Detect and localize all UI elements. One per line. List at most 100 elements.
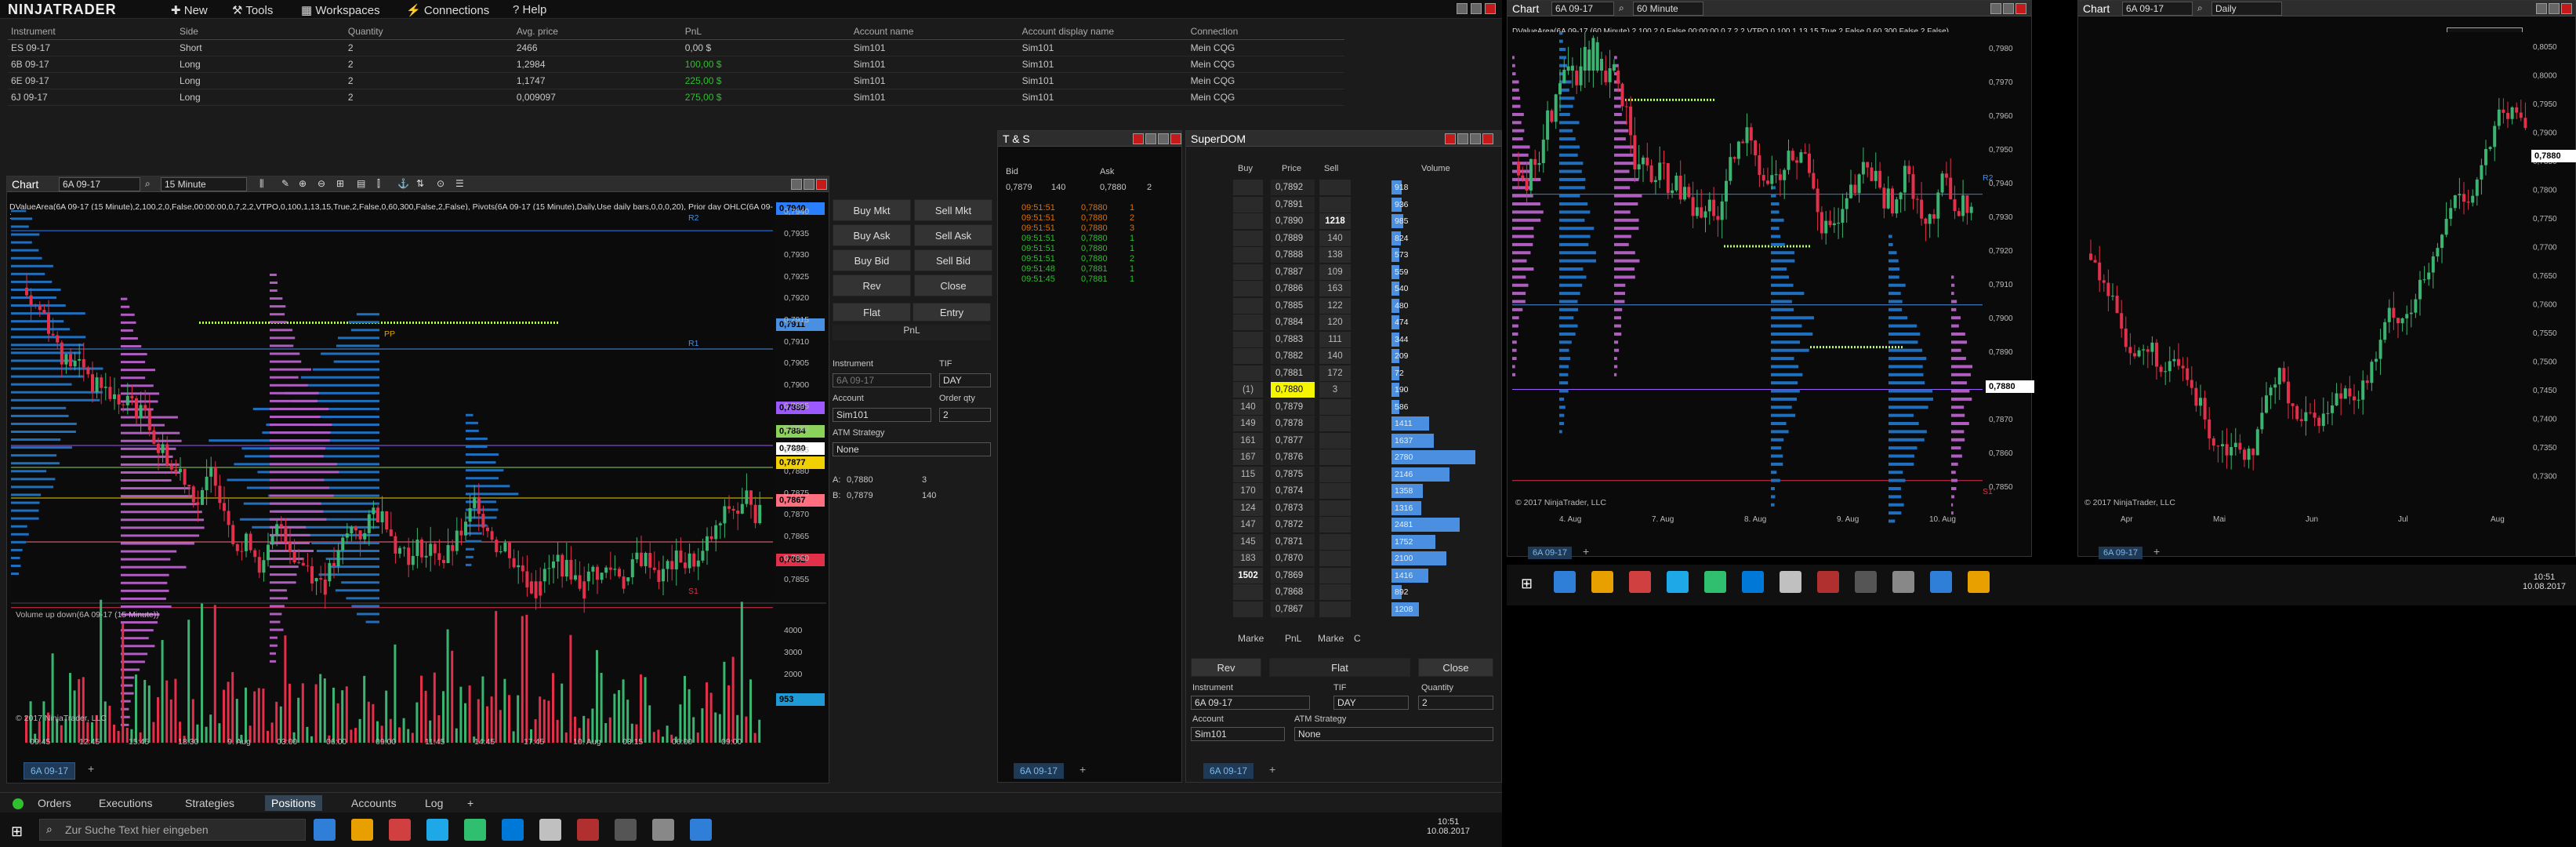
dom-instrument-select[interactable]: 6A 09-17 (1191, 696, 1310, 710)
dom-buy-cell[interactable]: 124 (1233, 500, 1263, 516)
menu-help[interactable]: ? Help (513, 3, 546, 16)
dom-sell-cell[interactable] (1319, 551, 1351, 566)
chart2-instrument-select[interactable]: 6A 09-17 (1551, 2, 1614, 16)
dom-price-cell[interactable]: 0,7889 (1271, 230, 1315, 246)
chart2-close[interactable] (2015, 3, 2026, 14)
tab-orders[interactable]: Orders (31, 795, 78, 811)
network-icon[interactable] (615, 819, 637, 841)
dom-price-cell[interactable]: 0,7872 (1271, 517, 1315, 533)
file-explorer-icon[interactable] (1667, 571, 1689, 593)
data-series-icon[interactable]: ☰ (455, 178, 464, 189)
windows-start-icon[interactable]: ⊞ (11, 823, 23, 840)
chart1-maximize[interactable] (804, 179, 815, 190)
dom-price-cell[interactable]: 0,7870 (1271, 551, 1315, 566)
dom-price-cell[interactable]: 0,7876 (1271, 449, 1315, 465)
templates-icon[interactable]: ⇅ (416, 178, 424, 189)
media-icon[interactable] (690, 819, 712, 841)
minimize-button[interactable] (1457, 3, 1468, 14)
dom-buy-cell[interactable] (1233, 365, 1263, 381)
dom-buy-cell[interactable] (1233, 230, 1263, 246)
dom-sell-cell[interactable] (1319, 180, 1351, 195)
dom-row[interactable]: 0,7885 122 480 (1186, 297, 1503, 314)
store-icon[interactable] (1704, 571, 1726, 593)
dom-price-cell[interactable]: 0,7873 (1271, 500, 1315, 516)
dom-row[interactable]: (1) 0,7880 3 190 (1186, 382, 1503, 398)
table-row[interactable]: ES 09-17 Short 2 2466 0,00 $ Sim101 Sim101 Mein… (8, 40, 1344, 56)
chart2-canvas[interactable]: 0,79800,79700,79600,79500,79400,79300,79… (1512, 32, 2030, 526)
atm-select[interactable]: None (833, 442, 991, 456)
search-icon[interactable]: ⌕ (145, 178, 151, 190)
dom-row[interactable]: 0,7892 918 (1186, 180, 1503, 196)
chart3-add-tab[interactable]: + (2153, 545, 2160, 558)
positions-col-header[interactable]: Connection (1188, 24, 1344, 39)
edge-icon[interactable] (351, 819, 373, 841)
maximize-button[interactable] (1471, 3, 1482, 14)
dom-buy-cell[interactable]: 140 (1233, 398, 1263, 415)
positions-col-header[interactable]: Quantity (345, 24, 513, 39)
dom-buy-cell[interactable] (1233, 297, 1263, 314)
dom-buy-cell[interactable] (1233, 196, 1263, 213)
chart3-canvas[interactable]: 0,80500,80000,79500,79000,78500,78000,77… (2081, 32, 2574, 526)
chart1-interval-select[interactable]: 15 Minute (161, 177, 247, 191)
dom-row[interactable]: 167 0,7876 2780 (1186, 449, 1503, 466)
dom-sell-cell[interactable] (1319, 500, 1351, 516)
dom-price-cell[interactable]: 0,7891 (1271, 196, 1315, 213)
chart3-search-icon[interactable]: ⌕ (2197, 2, 2203, 14)
dom-buy-cell[interactable]: 149 (1233, 416, 1263, 431)
tab-positions[interactable]: Positions (265, 795, 322, 811)
buy-ask-button[interactable]: Buy Ask (833, 224, 911, 246)
dom-buy-cell[interactable]: 115 (1233, 466, 1263, 482)
menu-new[interactable]: ✚ New (171, 3, 208, 17)
dom-buy-cell[interactable]: 183 (1233, 551, 1263, 566)
windows-start-icon-right[interactable]: ⊞ (1521, 576, 1533, 592)
ts-max[interactable] (1158, 133, 1169, 144)
dom-sell-cell[interactable]: 140 (1319, 348, 1351, 364)
chart2-add-tab[interactable]: + (1583, 545, 1589, 558)
add-tab-icon[interactable]: + (461, 795, 480, 811)
dom-buy-cell[interactable] (1233, 213, 1263, 229)
dom-sell-cell[interactable]: 120 (1319, 314, 1351, 330)
network-icon[interactable] (1892, 571, 1914, 593)
chrome-icon[interactable] (502, 819, 524, 841)
dom-row[interactable]: 0,7881 172 72 (1186, 365, 1503, 382)
dom-buy-cell[interactable] (1233, 314, 1263, 330)
positions-col-header[interactable]: PnL (682, 24, 851, 39)
cortana-icon[interactable] (1554, 571, 1576, 593)
dom-price-cell[interactable]: 0,7884 (1271, 314, 1315, 330)
tif-select[interactable]: DAY (939, 373, 991, 387)
dom-add-tab[interactable]: + (1269, 763, 1275, 776)
dom-buy-cell[interactable] (1233, 331, 1263, 347)
ninjatrader-icon[interactable] (1930, 571, 1952, 593)
dom-sell-cell[interactable] (1319, 584, 1351, 600)
dom-sell-cell[interactable] (1319, 449, 1351, 465)
menu-tools[interactable]: ⚒ Tools (232, 3, 273, 17)
task-view-icon[interactable] (1591, 571, 1613, 593)
dom-rev-button[interactable]: Rev (1191, 658, 1261, 677)
dom-row[interactable]: 0,7884 120 474 (1186, 314, 1503, 331)
dom-price-cell[interactable]: 0,7881 (1271, 365, 1315, 381)
chart3-min[interactable] (2536, 3, 2547, 14)
dom-buy-cell[interactable] (1233, 281, 1263, 296)
dom-buy-cell[interactable] (1233, 247, 1263, 263)
dom-price-cell[interactable]: 0,7874 (1271, 483, 1315, 499)
dom-row[interactable]: 0,7868 892 (1186, 584, 1503, 601)
dom-sell-cell[interactable]: 3 (1319, 382, 1351, 398)
crosshair-icon[interactable]: ⊞ (336, 178, 344, 189)
dom-row[interactable]: 124 0,7873 1316 (1186, 500, 1503, 517)
chart1-tab[interactable]: 6A 09-17 (24, 762, 76, 780)
dom-account-select[interactable]: Sim101 (1191, 727, 1285, 741)
entry-button[interactable]: Entry (912, 303, 991, 322)
dom-price-cell[interactable]: 0,7883 (1271, 331, 1315, 347)
dom-buy-cell[interactable]: 161 (1233, 432, 1263, 449)
dom-sell-cell[interactable] (1319, 398, 1351, 415)
buy-bid-button[interactable]: Buy Bid (833, 249, 911, 271)
dom-row[interactable]: 170 0,7874 1358 (1186, 483, 1503, 500)
dom-atm-select[interactable]: None (1294, 727, 1493, 741)
dom-price-cell[interactable]: 0,7890 (1271, 213, 1315, 229)
dom-row[interactable]: 0,7891 936 (1186, 196, 1503, 213)
dom-price-cell[interactable]: 0,7880 (1271, 382, 1315, 398)
dom-buy-cell[interactable] (1233, 180, 1263, 195)
dom-price-cell[interactable]: 0,7886 (1271, 281, 1315, 296)
dom-sell-cell[interactable] (1319, 601, 1351, 617)
dom-price-cell[interactable]: 0,7885 (1271, 297, 1315, 314)
